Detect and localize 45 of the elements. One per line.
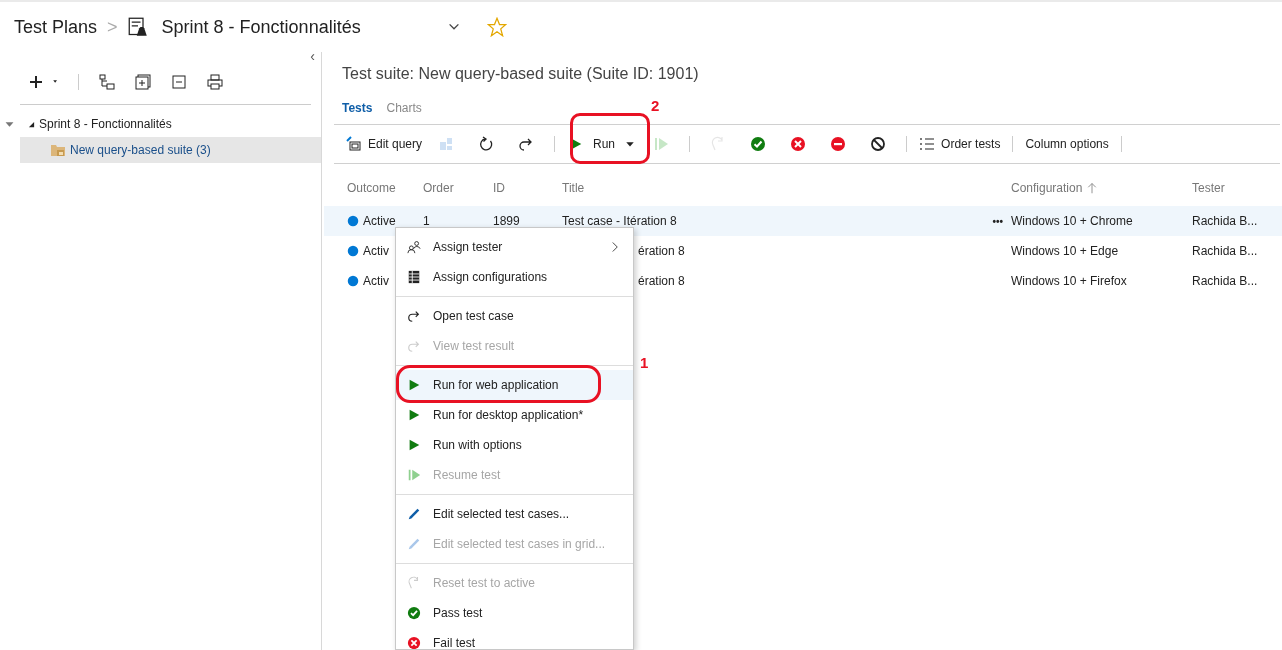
table-cell-text: ération 8 xyxy=(638,243,685,260)
menu-item[interactable]: Fail test xyxy=(396,628,633,649)
menu-item[interactable]: Edit selected test cases... xyxy=(396,499,633,529)
table-cell: 1899 xyxy=(493,214,520,228)
more-options-button[interactable]: ••• xyxy=(992,213,1003,229)
menu-item[interactable]: Pass test xyxy=(396,598,633,628)
plan-title: Sprint 8 - Fonctionnalités xyxy=(161,15,361,39)
table-cell-text: ération 8 xyxy=(638,273,685,290)
menu-item[interactable]: Run for web application xyxy=(396,370,633,400)
collapse-button[interactable]: ‹ xyxy=(310,46,315,67)
run-button[interactable]: Run xyxy=(563,129,642,159)
table-cell: Rachida B... xyxy=(1192,274,1258,288)
column-header[interactable]: Outcome xyxy=(347,179,396,197)
table-cell: Rachida B... xyxy=(1192,214,1258,228)
column-header[interactable]: Tester xyxy=(1192,179,1225,197)
table-cell: Windows 10 + Firefox xyxy=(1011,274,1127,288)
table-cell-text: Active xyxy=(363,213,396,230)
table-cell: Windows 10 + Edge xyxy=(1011,244,1119,258)
order-tests-button[interactable]: Order tests xyxy=(915,129,1005,159)
column-options-button[interactable]: Column options xyxy=(1021,129,1113,159)
breadcrumb-link[interactable]: Test Plans xyxy=(14,13,98,41)
callout-number: 2 xyxy=(651,96,660,116)
table-cell-text: Activ xyxy=(363,273,389,290)
menu-item[interactable]: Assign configurations xyxy=(396,262,633,292)
table-cell-text: Activ xyxy=(363,243,389,260)
column-header[interactable]: Configuration xyxy=(1011,179,1083,197)
table-cell: Rachida B... xyxy=(1192,244,1258,258)
table-cell-text: Test case - Itération 8 xyxy=(562,213,677,230)
callout-number: 1 xyxy=(640,353,649,373)
menu-item[interactable]: Run with options xyxy=(396,430,633,460)
tab[interactable]: Charts xyxy=(386,99,422,117)
menu-item[interactable]: Assign tester xyxy=(396,232,633,262)
menu-item[interactable]: Run for desktop application* xyxy=(396,400,633,430)
column-header[interactable]: Order xyxy=(423,179,454,197)
table-cell: Windows 10 + Chrome xyxy=(1011,214,1133,228)
tree-item[interactable]: Sprint 8 - Fonctionnalités xyxy=(20,111,321,137)
tree-item[interactable]: New query-based suite (3) xyxy=(20,137,321,163)
column-header[interactable]: Title xyxy=(562,179,585,197)
menu-item[interactable]: Open test case xyxy=(396,301,633,331)
tab[interactable]: Tests xyxy=(342,99,373,117)
column-header[interactable]: ID xyxy=(493,179,505,197)
suite-title: Test suite: New query-based suite (Suite ID: 1901) xyxy=(342,64,700,84)
breadcrumb-separator: > xyxy=(107,15,118,39)
edit-query-button[interactable]: Edit query xyxy=(342,129,427,159)
table-cell: 1 xyxy=(423,214,430,228)
